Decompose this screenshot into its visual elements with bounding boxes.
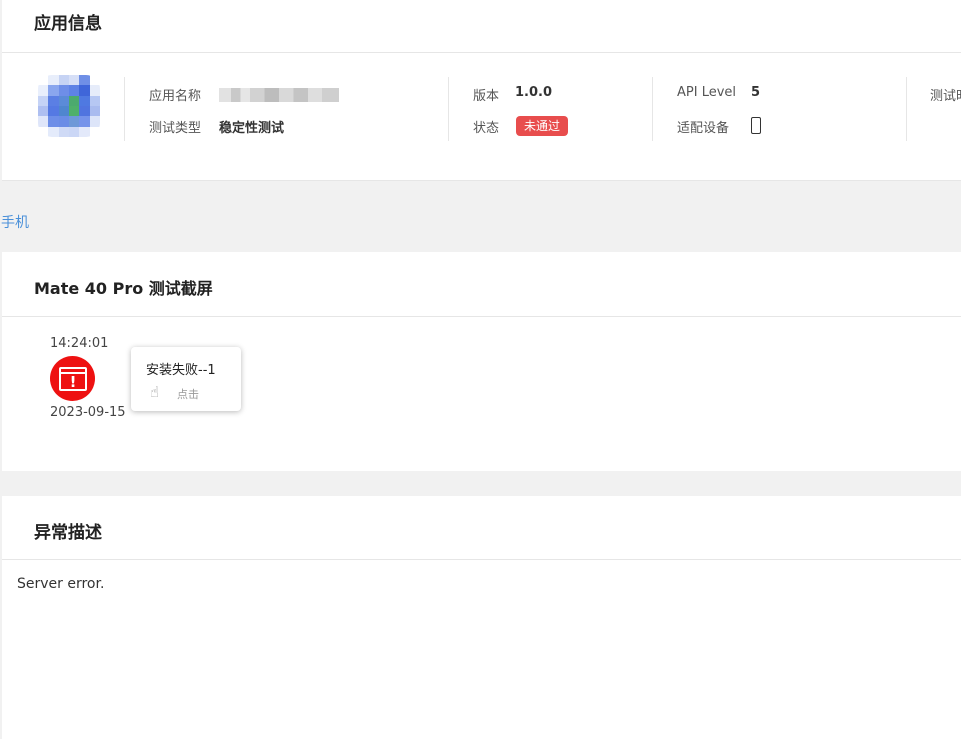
- api-level-label: API Level: [677, 85, 737, 100]
- version-label: 版本: [473, 89, 500, 104]
- app-name-redacted: [219, 88, 339, 102]
- app-name-label: 应用名称: [149, 89, 202, 104]
- divider: [2, 52, 961, 53]
- api-level-value: 5: [751, 85, 761, 100]
- app-icon: [38, 75, 100, 137]
- screenshots-card: Mate 40 Pro 测试截屏 14:24:01 ! 2023-09-15 安…: [2, 252, 961, 471]
- divider: [2, 559, 961, 560]
- version-value: 1.0.0: [515, 85, 553, 100]
- test-time-label: 测试时: [930, 89, 961, 104]
- exception-card: 异常描述 Server error.: [2, 496, 961, 739]
- hand-pointer-icon: ☝: [150, 383, 160, 401]
- test-type-label: 测试类型: [149, 121, 202, 136]
- column-divider: [448, 77, 449, 141]
- exception-title: 异常描述: [34, 523, 102, 543]
- test-type-value: 稳定性测试: [219, 121, 285, 136]
- phone-icon: [751, 117, 761, 134]
- tooltip-title: 安装失败--1: [146, 363, 216, 378]
- column-divider: [652, 77, 653, 141]
- status-badge: 未通过: [516, 116, 569, 136]
- page: 应用信息 应用名称 测试类型 稳定性测试 版本 1.0.0 状态 未通过 API…: [0, 0, 961, 739]
- app-info-card: 应用信息 应用名称 测试类型 稳定性测试 版本 1.0.0 状态 未通过 API…: [2, 0, 961, 181]
- screenshots-title: Mate 40 Pro 测试截屏: [34, 279, 213, 298]
- screenshot-date: 2023-09-15: [50, 405, 126, 420]
- app-info-title: 应用信息: [34, 14, 102, 34]
- device-label: 适配设备: [677, 121, 730, 136]
- window-error-icon: !: [59, 367, 87, 391]
- exception-text: Server error.: [17, 576, 105, 592]
- column-divider: [906, 77, 907, 141]
- column-divider: [124, 77, 125, 141]
- tooltip-action: 点击: [177, 388, 199, 401]
- status-label: 状态: [473, 121, 500, 136]
- error-screenshot-icon[interactable]: !: [50, 356, 95, 401]
- screenshot-tooltip: 安装失败--1 ☝ 点击: [131, 347, 241, 411]
- screenshot-time: 14:24:01: [50, 336, 109, 351]
- device-phone-link[interactable]: 手机: [1, 212, 29, 232]
- divider: [2, 316, 961, 317]
